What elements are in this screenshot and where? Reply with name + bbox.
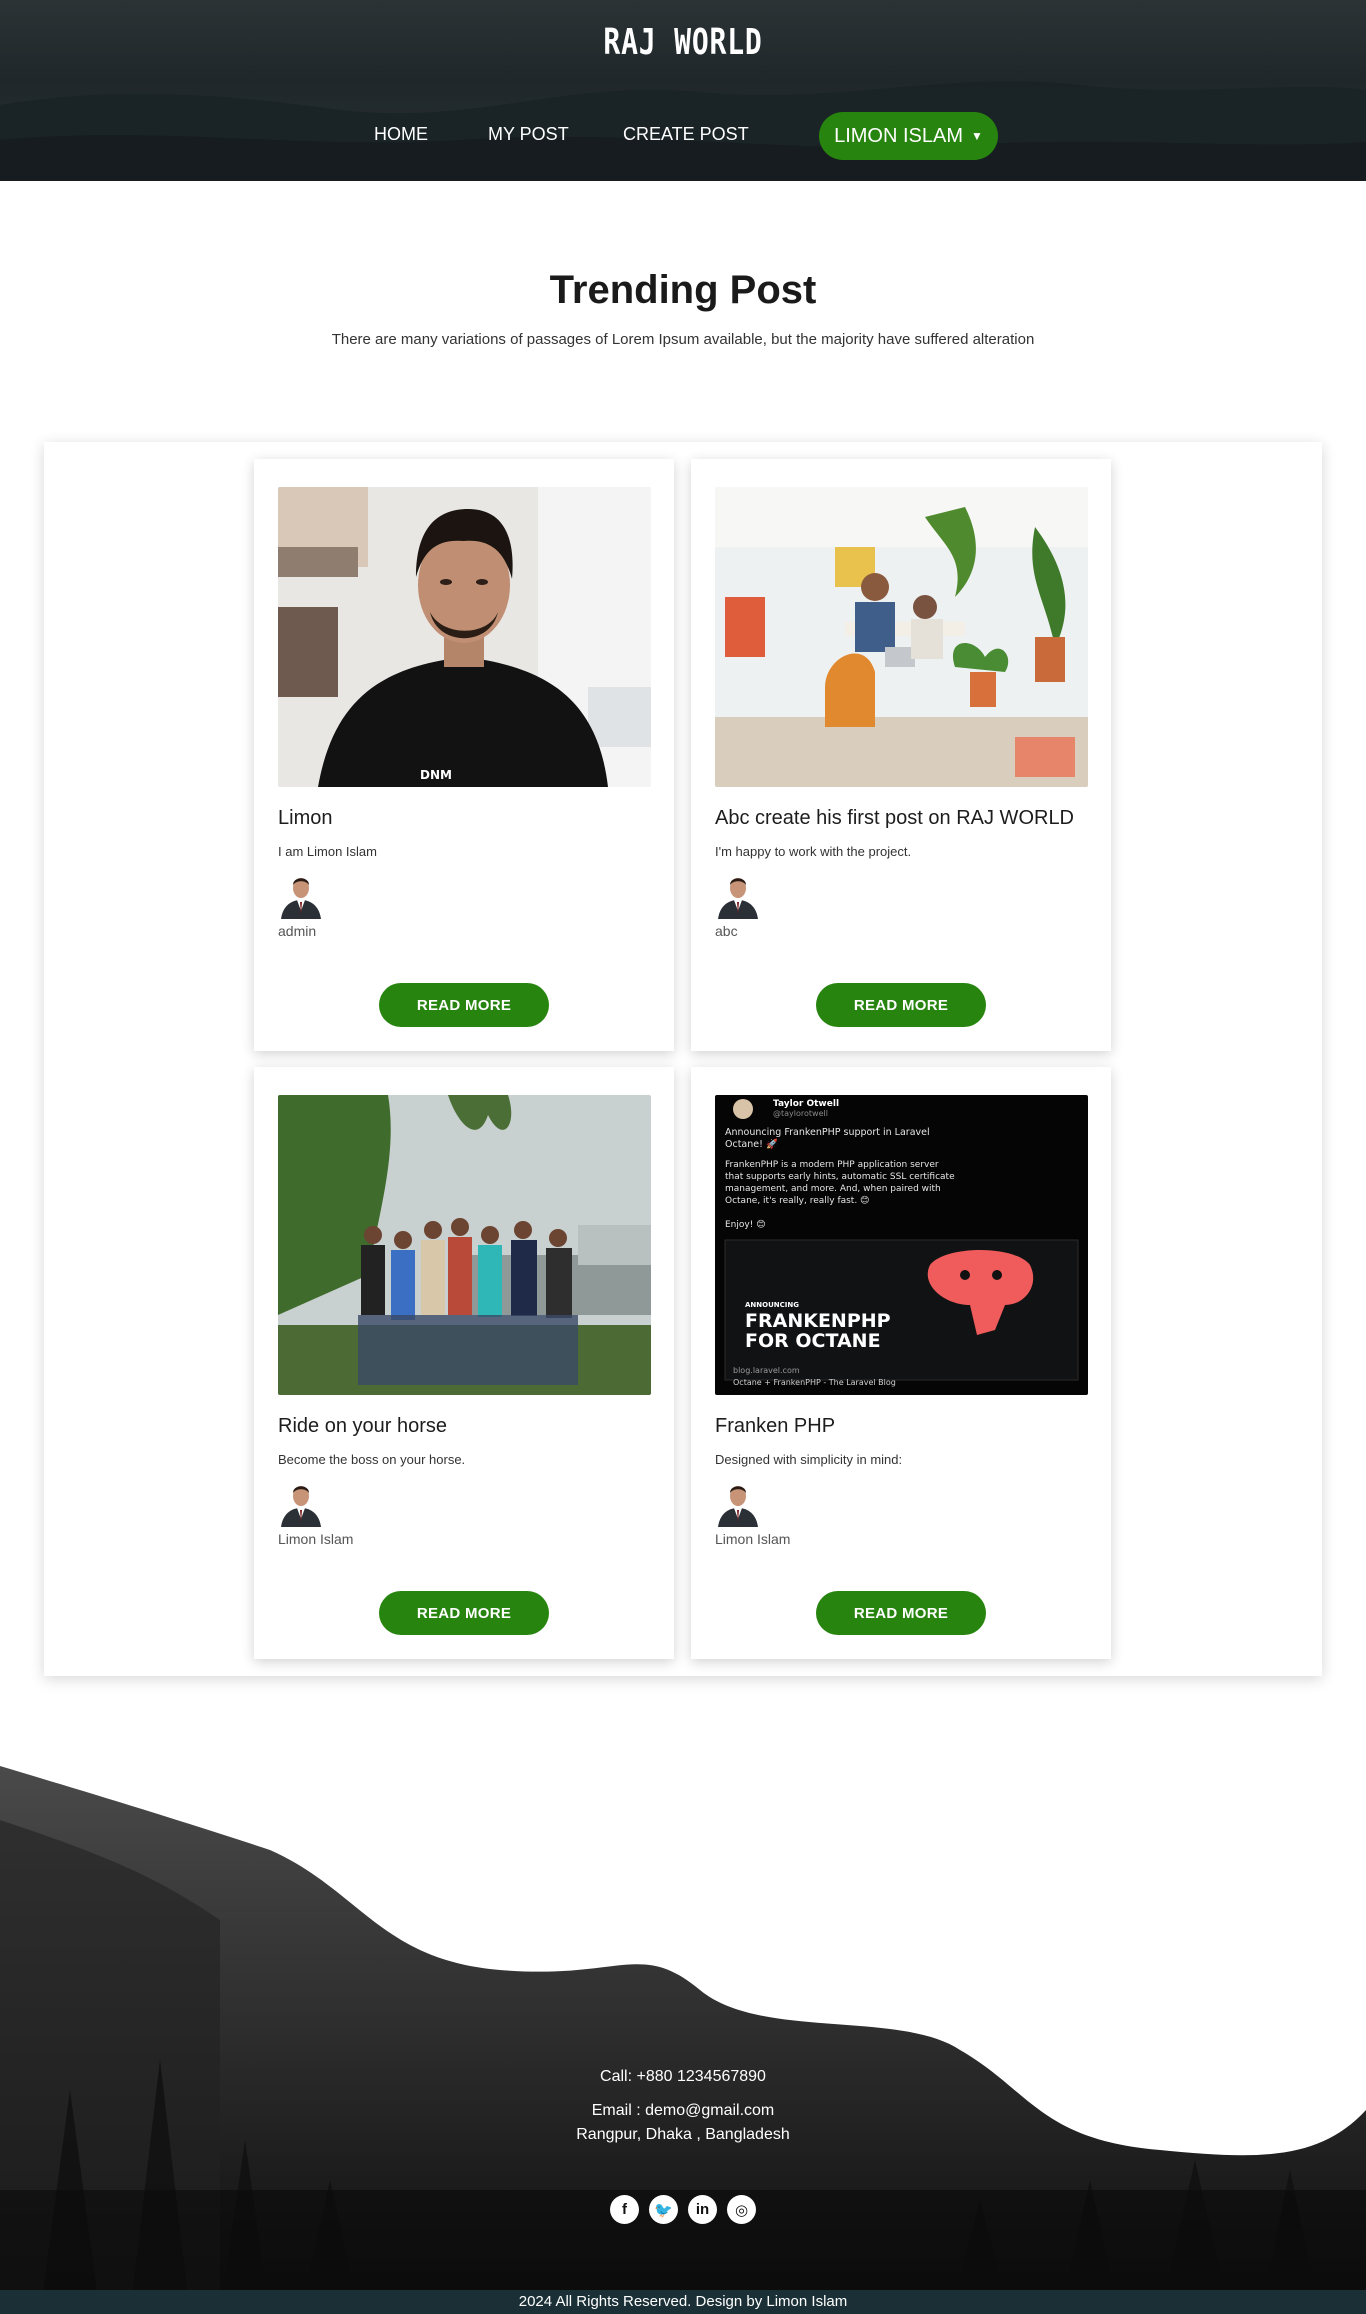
post-title[interactable]: Limon (278, 807, 332, 830)
read-more-button[interactable]: READ MORE (816, 1591, 986, 1635)
post-title[interactable]: Ride on your horse (278, 1415, 447, 1438)
post-image-group[interactable] (278, 1095, 651, 1395)
twitter-icon[interactable]: 🐦 (649, 2195, 678, 2224)
tweet-line: that supports early hints, automatic SSL… (725, 1172, 955, 1182)
posts-panel (44, 442, 1322, 1676)
tweet-line: Announcing FrankenPHP support in Laravel (725, 1127, 930, 1138)
post-image-frankenphp-tweet[interactable]: Taylor Otwell @taylorotwell Announcing F… (715, 1095, 1088, 1395)
site-footer (0, 1760, 1366, 2314)
footer-email: Email : demo@gmail.com (591, 2102, 775, 2119)
tweet-line: management, and more. And, when paired w… (725, 1184, 941, 1194)
post-excerpt: Designed with simplicity in mind: (715, 1452, 903, 1467)
read-more-button[interactable]: READ MORE (816, 983, 986, 1027)
tweet-line: Octane, it's really, really fast. 😊 (725, 1195, 869, 1206)
user-menu-button[interactable]: LIMON ISLAM ▼ (819, 112, 998, 160)
facebook-icon[interactable]: f (610, 2195, 639, 2224)
post-excerpt: I am Limon Islam (278, 844, 377, 859)
read-more-button[interactable]: READ MORE (379, 1591, 549, 1635)
post-author: Limon Islam (278, 1531, 354, 1547)
nav-home[interactable]: HOME (374, 124, 428, 145)
linkedin-icon[interactable]: in (688, 2195, 717, 2224)
tweet-link-title: Octane + FrankenPHP - The Laravel Blog (733, 1378, 896, 1387)
tweet-headline: FOR OCTANE (745, 1330, 881, 1352)
section-title: Trending Post (549, 268, 817, 312)
post-card: Abc create his first post on RAJ WORLD I… (691, 459, 1111, 1051)
main-nav: HOME MY POST CREATE POST LIMON ISLAM ▼ (0, 112, 1366, 160)
section-subtitle: There are many variations of passages of… (331, 331, 1035, 348)
svg-text:DNM: DNM (420, 768, 452, 782)
user-menu-label: LIMON ISLAM (834, 124, 964, 147)
read-more-button[interactable]: READ MORE (379, 983, 549, 1027)
avatar (715, 1479, 761, 1527)
nav-create-post[interactable]: CREATE POST (623, 124, 749, 145)
post-title[interactable]: Franken PHP (715, 1415, 835, 1438)
tweet-headline: FRANKENPHP (745, 1310, 891, 1332)
post-author: abc (715, 923, 738, 939)
tweet-line: Octane! 🚀 (725, 1138, 778, 1150)
tweet-author: Taylor Otwell (773, 1099, 839, 1109)
footer-address: Rangpur, Dhaka , Bangladesh (576, 2126, 790, 2143)
social-links: f 🐦 in ◎ (0, 2195, 1366, 2224)
instagram-icon[interactable]: ◎ (727, 2195, 756, 2224)
tweet-handle: @taylorotwell (773, 1109, 828, 1118)
post-image-portrait[interactable]: DNM (278, 487, 651, 787)
post-excerpt: Become the boss on your horse. (278, 1452, 466, 1467)
post-excerpt: I'm happy to work with the project. (715, 844, 912, 859)
avatar (278, 871, 324, 919)
tweet-announcing: ANNOUNCING (745, 1301, 799, 1309)
avatar (278, 1479, 324, 1527)
tweet-line: Enjoy! 😊 (725, 1219, 766, 1230)
avatar (715, 871, 761, 919)
post-author: admin (278, 923, 317, 939)
footer-forest-background (0, 1766, 1366, 2314)
site-header: RAJ WORLD HOME MY POST CREATE POST LIMON… (0, 0, 1366, 181)
post-author: Limon Islam (715, 1531, 791, 1547)
tweet-link: blog.laravel.com (733, 1366, 800, 1375)
copyright-bar: 2024 All Rights Reserved. Design by Limo… (0, 2290, 1366, 2314)
post-card: DNM Limon I am Limon Islam admin READ MO… (254, 459, 674, 1051)
footer-phone: Call: +880 1234567890 (600, 2068, 766, 2085)
tweet-line: FrankenPHP is a modern PHP application s… (725, 1160, 939, 1170)
nav-my-post[interactable]: MY POST (488, 124, 569, 145)
post-card: Ride on your horse Become the boss on yo… (254, 1067, 674, 1659)
post-image-office[interactable] (715, 487, 1088, 787)
post-title[interactable]: Abc create his first post on RAJ WORLD (715, 807, 1074, 830)
post-card: Taylor Otwell @taylorotwell Announcing F… (691, 1067, 1111, 1659)
site-logo[interactable]: RAJ WORLD (150, 22, 1215, 63)
chevron-down-icon: ▼ (971, 129, 983, 143)
